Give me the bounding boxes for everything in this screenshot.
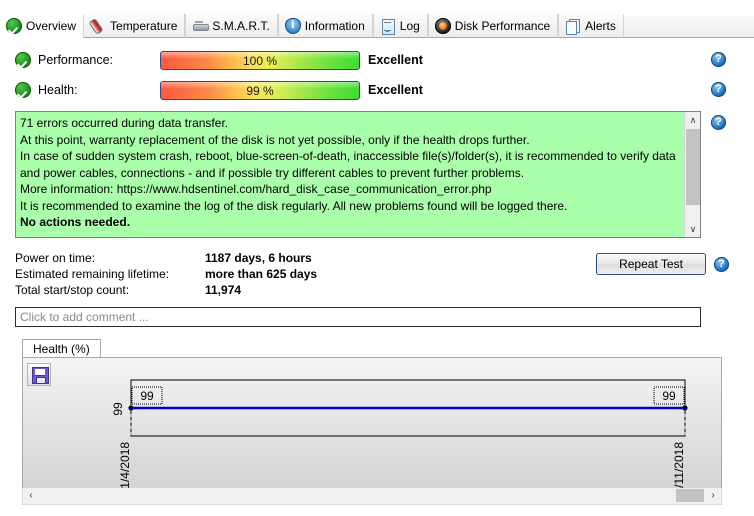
help-question-icon[interactable]	[711, 115, 726, 130]
tab-health-percent[interactable]: Health (%)	[22, 339, 101, 358]
gauge-icon	[434, 17, 451, 34]
health-label: Health:	[38, 83, 78, 97]
tab-information[interactable]: Information	[277, 14, 373, 38]
check-circle-icon	[6, 17, 22, 34]
performance-row: Performance: 100 % Excellent	[0, 49, 754, 71]
main-tab-bar: Overview Temperature S.M.A.R.T. Informat…	[0, 13, 754, 38]
tab-log[interactable]: Log	[372, 14, 428, 38]
performance-verdict: Excellent	[368, 53, 423, 67]
tab-label: Disk Performance	[454, 18, 551, 33]
info-row: Estimated remaining lifetime: more than …	[15, 266, 317, 282]
tab-label: Alerts	[585, 18, 616, 33]
help-question-icon[interactable]	[711, 52, 726, 67]
performance-gauge: 100 %	[160, 50, 360, 70]
info-icon	[284, 17, 301, 34]
health-value: 99 %	[246, 83, 274, 98]
tab-overview[interactable]: Overview	[0, 13, 84, 38]
scroll-up-icon[interactable]: ∧	[685, 112, 700, 128]
performance-status-icon	[15, 52, 31, 68]
info-row: Total start/stop count: 11,974	[15, 282, 317, 298]
description-body: 71 errors occurred during data transfer.…	[20, 116, 676, 213]
tab-disk-performance[interactable]: Disk Performance	[427, 14, 559, 38]
connector-icon	[192, 18, 210, 34]
health-chart-plot: 99 999911/4/2018 11/11/2018	[111, 379, 688, 496]
health-verdict: Excellent	[368, 83, 423, 97]
health-chart-panel: 99 99 99 11/4/2018 11/11/2018	[22, 357, 722, 497]
scroll-right-icon[interactable]: ›	[705, 488, 721, 503]
tab-label: S.M.A.R.T.	[212, 18, 270, 33]
description-conclusion: No actions needed.	[20, 215, 131, 229]
chart-horizontal-scrollbar[interactable]: ‹ ›	[22, 488, 722, 505]
tab-label: Information	[304, 18, 365, 33]
tab-temperature[interactable]: Temperature	[83, 14, 186, 38]
tab-label: Temperature	[110, 18, 178, 33]
info-key: Total start/stop count:	[15, 283, 130, 297]
repeat-test-button[interactable]: Repeat Test	[596, 253, 706, 275]
tab-smart[interactable]: S.M.A.R.T.	[185, 14, 278, 38]
svg-text:99: 99	[111, 402, 125, 416]
thermometer-icon	[90, 18, 106, 34]
help-question-icon[interactable]	[711, 82, 726, 97]
scroll-left-icon[interactable]: ‹	[23, 488, 39, 503]
help-question-icon[interactable]	[714, 257, 729, 272]
copy-pages-icon	[565, 18, 581, 35]
scrollbar-thumb[interactable]	[676, 489, 704, 502]
info-value: 1187 days, 6 hours	[205, 251, 312, 265]
tab-label: Overview	[26, 18, 77, 33]
tab-label: Log	[399, 18, 420, 33]
info-value: more than 625 days	[205, 267, 318, 281]
health-row: Health: 99 % Excellent	[0, 79, 754, 101]
chart-tab-bar: Health (%)	[22, 339, 722, 358]
description-text: 71 errors occurred during data transfer.…	[20, 115, 680, 231]
performance-value: 100 %	[242, 53, 278, 68]
svg-text:99: 99	[140, 389, 154, 403]
performance-label: Performance:	[38, 53, 114, 67]
scroll-down-icon[interactable]: ∨	[685, 221, 700, 237]
scrollbar-thumb[interactable]	[686, 129, 700, 205]
health-gauge: 99 %	[160, 80, 360, 100]
info-row: Power on time: 1187 days, 6 hours	[15, 250, 317, 266]
info-key: Estimated remaining lifetime:	[15, 267, 170, 281]
tab-alerts[interactable]: Alerts	[558, 14, 624, 38]
tab-strip-filler	[623, 15, 754, 38]
scrollbar-track[interactable]	[686, 205, 700, 220]
disk-info-table: Power on time: 1187 days, 6 hours Estima…	[15, 250, 317, 298]
description-box[interactable]: 71 errors occurred during data transfer.…	[15, 111, 701, 238]
health-status-icon	[15, 82, 31, 98]
description-vertical-scrollbar[interactable]: ∧ ∨	[684, 112, 700, 237]
info-key: Power on time:	[15, 251, 96, 265]
svg-text:99: 99	[662, 389, 676, 403]
svg-text:11/4/2018: 11/4/2018	[118, 442, 132, 495]
document-icon	[380, 18, 396, 35]
comment-input[interactable]	[15, 307, 701, 327]
info-value: 11,974	[205, 283, 242, 297]
